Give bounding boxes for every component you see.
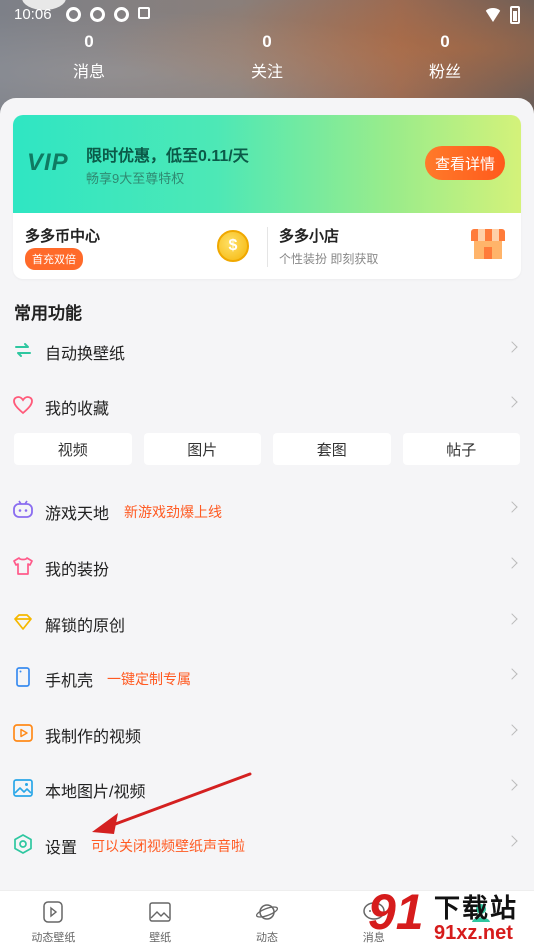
shop-subtitle: 个性装扮 即刻获取 bbox=[279, 252, 379, 266]
menu-tag: 一键定制专属 bbox=[107, 671, 191, 687]
shirt-icon bbox=[13, 557, 33, 575]
stat-count: 0 bbox=[440, 32, 450, 51]
image-icon bbox=[149, 902, 171, 922]
planet-icon bbox=[255, 904, 279, 920]
chip-video[interactable]: 视频 bbox=[14, 433, 132, 465]
shop[interactable]: 多多小店 个性装扮 即刻获取 bbox=[267, 213, 521, 279]
menu-tag: 可以关闭视频壁纸声音啦 bbox=[91, 838, 245, 854]
menu-item-unlocked[interactable]: 解锁的原创 bbox=[0, 600, 534, 644]
chevron-right-icon bbox=[506, 341, 518, 353]
shop-icon bbox=[471, 229, 505, 259]
coin-center[interactable]: 多多币中心 首充双倍 $ bbox=[13, 213, 267, 279]
diamond-icon bbox=[14, 614, 32, 630]
image-icon bbox=[13, 779, 33, 797]
shop-title: 多多小店 bbox=[279, 228, 340, 245]
chevron-right-icon bbox=[506, 557, 518, 569]
chip-posts[interactable]: 帖子 bbox=[402, 433, 520, 465]
menu-label: 我的收藏 bbox=[45, 401, 110, 418]
view-details-button[interactable]: 查看详情 bbox=[425, 146, 505, 180]
menu-item-auto-wallpaper[interactable]: 自动换壁纸 bbox=[0, 328, 534, 372]
site-watermark: 91 下载站 91xz.net bbox=[364, 880, 534, 950]
menu-item-games[interactable]: 游戏天地 新游戏劲爆上线 bbox=[0, 488, 534, 532]
nav-feed[interactable]: 动态 bbox=[214, 891, 321, 950]
chip-sets[interactable]: 套图 bbox=[273, 433, 391, 465]
menu-label: 本地图片/视频 bbox=[45, 784, 146, 801]
vip-card: VIP 限时优惠，低至0.11/天 畅享9大至尊特权 查看详情 多多币中心 首充… bbox=[13, 115, 521, 279]
chevron-right-icon bbox=[506, 779, 518, 791]
stat-messages[interactable]: 0 消息 bbox=[29, 32, 149, 82]
status-bar: 10:06 bbox=[0, 0, 534, 28]
stat-label: 消息 bbox=[72, 64, 105, 81]
refresh-icon bbox=[15, 343, 31, 357]
menu-item-my-videos[interactable]: 我制作的视频 bbox=[0, 711, 534, 755]
vip-subtitle: 畅享9大至尊特权 bbox=[86, 171, 185, 186]
notification-app-icon bbox=[90, 7, 105, 22]
profile-stats: 0 消息 0 关注 0 粉丝 bbox=[0, 32, 534, 82]
heart-icon bbox=[13, 396, 33, 415]
menu-item-dressup[interactable]: 我的装扮 bbox=[0, 544, 534, 588]
favorites-chips: 视频 图片 套图 帖子 bbox=[14, 433, 520, 465]
gamepad-icon bbox=[13, 500, 33, 518]
watermark-url: 91xz.net bbox=[434, 922, 513, 944]
chevron-right-icon bbox=[506, 668, 518, 680]
menu-label: 自动换壁纸 bbox=[45, 346, 126, 363]
stat-followers[interactable]: 0 粉丝 bbox=[385, 32, 505, 82]
menu-label: 我制作的视频 bbox=[45, 729, 142, 746]
vip-logo: VIP bbox=[27, 149, 69, 176]
coin-center-title: 多多币中心 bbox=[25, 228, 101, 245]
menu-item-settings[interactable]: 设置 可以关闭视频壁纸声音啦 bbox=[0, 822, 534, 866]
nav-label: 动态壁纸 bbox=[31, 932, 76, 944]
menu-item-local-media[interactable]: 本地图片/视频 bbox=[0, 766, 534, 810]
notification-icons bbox=[66, 7, 150, 22]
notification-app-icon bbox=[66, 7, 81, 22]
nav-label: 壁纸 bbox=[149, 932, 172, 944]
stat-label: 关注 bbox=[250, 64, 283, 81]
stat-following[interactable]: 0 关注 bbox=[207, 32, 327, 82]
coin-badge: 首充双倍 bbox=[25, 248, 83, 270]
stat-count: 0 bbox=[262, 32, 272, 51]
wifi-icon bbox=[484, 8, 502, 22]
vip-banner[interactable]: VIP 限时优惠，低至0.11/天 畅享9大至尊特权 查看详情 bbox=[13, 115, 521, 213]
chevron-right-icon bbox=[506, 396, 518, 408]
play-video-icon bbox=[43, 901, 64, 923]
menu-label: 解锁的原创 bbox=[45, 618, 126, 635]
nav-wallpaper[interactable]: 壁纸 bbox=[107, 891, 214, 950]
video-play-icon bbox=[13, 724, 33, 742]
chip-images[interactable]: 图片 bbox=[143, 433, 261, 465]
watermark-title: 下载站 bbox=[434, 893, 519, 923]
chevron-right-icon bbox=[506, 724, 518, 736]
menu-label: 设置 bbox=[45, 840, 78, 857]
vip-title: 限时优惠，低至0.11/天 bbox=[86, 148, 249, 165]
battery-icon bbox=[510, 6, 520, 24]
menu-label: 游戏天地 bbox=[45, 506, 110, 523]
settings-hexagon-icon bbox=[14, 834, 32, 854]
nav-label: 动态 bbox=[255, 932, 278, 944]
stat-count: 0 bbox=[84, 32, 94, 51]
menu-label: 手机壳 bbox=[45, 673, 94, 690]
chevron-right-icon bbox=[506, 613, 518, 625]
phone-icon bbox=[16, 667, 30, 687]
section-title: 常用功能 bbox=[14, 304, 82, 323]
menu-item-phone-case[interactable]: 手机壳 一键定制专属 bbox=[0, 655, 534, 699]
menu-tag: 新游戏劲爆上线 bbox=[124, 504, 222, 520]
watermark-logo: 91 bbox=[368, 884, 424, 940]
chevron-right-icon bbox=[506, 501, 518, 513]
menu-item-favorites[interactable]: 我的收藏 bbox=[0, 383, 534, 427]
menu-label: 我的装扮 bbox=[45, 562, 110, 579]
notification-app-icon bbox=[114, 7, 129, 22]
nav-live-wallpaper[interactable]: 动态壁纸 bbox=[0, 891, 107, 950]
main-panel: VIP 限时优惠，低至0.11/天 畅享9大至尊特权 查看详情 多多币中心 首充… bbox=[0, 98, 534, 898]
coin-icon: $ bbox=[217, 230, 249, 262]
notification-a-icon bbox=[138, 7, 150, 19]
stat-label: 粉丝 bbox=[428, 64, 461, 81]
status-time: 10:06 bbox=[14, 6, 52, 23]
chevron-right-icon bbox=[506, 835, 518, 847]
